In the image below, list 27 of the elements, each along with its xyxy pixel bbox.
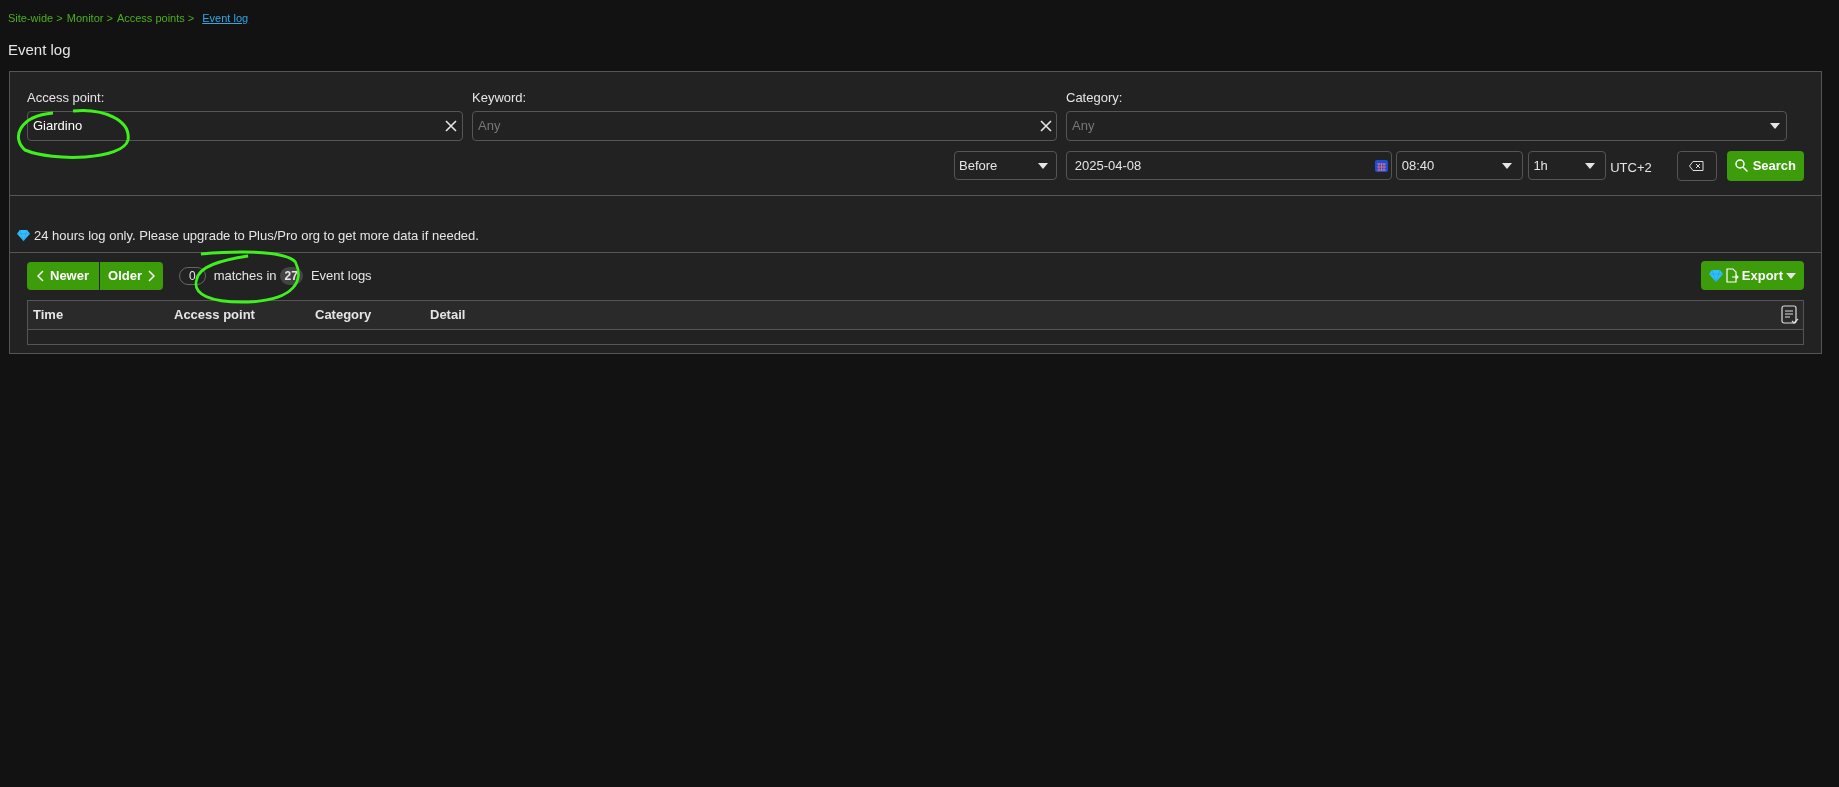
breadcrumb-item[interactable]: Site-wide > [8, 10, 63, 27]
column-header[interactable]: Access point [174, 305, 315, 325]
range-dropdown[interactable]: 1h [1528, 151, 1607, 180]
keyword-field[interactable]: Any [472, 110, 1057, 141]
breadcrumb-link[interactable]: Event log [202, 10, 249, 27]
breadcrumb-item[interactable]: Access points > [116, 10, 195, 27]
column-header[interactable]: Detail [430, 305, 466, 325]
field-label: Access point: [27, 89, 106, 107]
newer-button[interactable]: Newer [27, 261, 100, 290]
page-title: Event log [7, 39, 72, 60]
field-label: Keyword: [472, 89, 528, 107]
time-dropdown[interactable]: 08:40 [1395, 151, 1524, 180]
timezone-label: UTC+2 [1610, 158, 1652, 177]
breadcrumb-item[interactable]: Monitor > [66, 10, 113, 27]
field-label: Category: [1066, 89, 1124, 107]
export-button[interactable]: Export [1700, 261, 1804, 290]
relation-dropdown[interactable]: Before [954, 151, 1057, 180]
category-dropdown[interactable]: Any [1066, 110, 1787, 141]
older-button[interactable]: Older [100, 261, 163, 290]
date-field[interactable]: 2025-04-08 [1065, 151, 1392, 180]
search-button[interactable]: Search [1726, 150, 1804, 181]
column-header[interactable]: Category [315, 305, 430, 325]
column-header[interactable]: Time [33, 305, 174, 325]
event-logs-label: Event logs [310, 266, 372, 285]
upgrade-notice: 24 hours log only. Please upgrade to Plus/Pro org to get more data if needed. [34, 226, 479, 245]
access-point-field[interactable]: Giardino [27, 110, 463, 141]
matches-label: matches in [213, 266, 277, 285]
